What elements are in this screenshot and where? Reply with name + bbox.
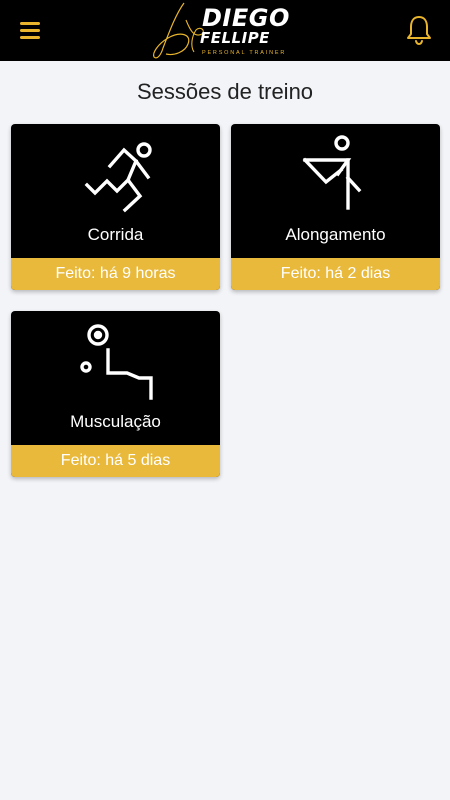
session-status: Feito: há 2 dias	[231, 258, 440, 290]
logo-line1: DIEGO	[202, 4, 290, 32]
running-icon	[84, 142, 152, 213]
page-title: Sessões de treino	[136, 79, 314, 104]
brand-logo: DIEGO FELLIPE PERSONAL TRAINER	[150, 0, 310, 61]
bell-icon[interactable]	[404, 14, 434, 46]
session-card-alongamento[interactable]: Alongamento Feito: há 2 dias	[231, 124, 440, 290]
session-name: Corrida	[87, 225, 144, 244]
session-card-musculacao[interactable]: Musculação Feito: há 5 dias	[11, 311, 220, 477]
session-name: Musculação	[70, 412, 161, 431]
logo-tagline: PERSONAL TRAINER	[202, 50, 287, 56]
session-status: Feito: há 9 horas	[11, 258, 220, 290]
stretching-icon	[302, 135, 362, 210]
session-name: Alongamento	[285, 225, 386, 244]
session-status: Feito: há 5 dias	[11, 445, 220, 477]
top-app-bar: DIEGO FELLIPE PERSONAL TRAINER	[0, 0, 450, 61]
session-card-corrida[interactable]: Corrida Feito: há 9 horas	[11, 124, 220, 290]
logo-line2: FELLIPE	[200, 29, 270, 47]
weightlifting-icon	[80, 324, 153, 400]
hamburger-menu-icon[interactable]	[18, 18, 44, 42]
